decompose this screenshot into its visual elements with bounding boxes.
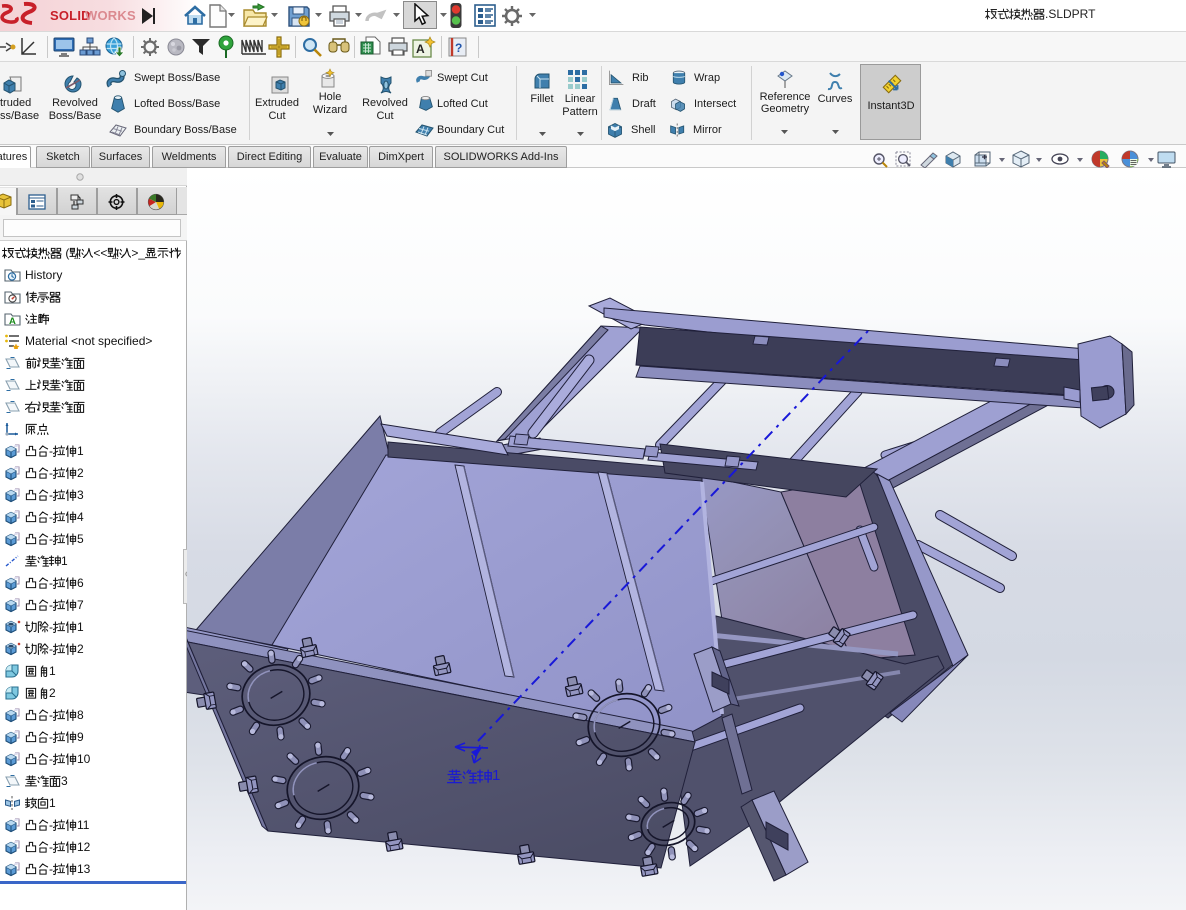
svg-text:A: A (9, 316, 16, 327)
